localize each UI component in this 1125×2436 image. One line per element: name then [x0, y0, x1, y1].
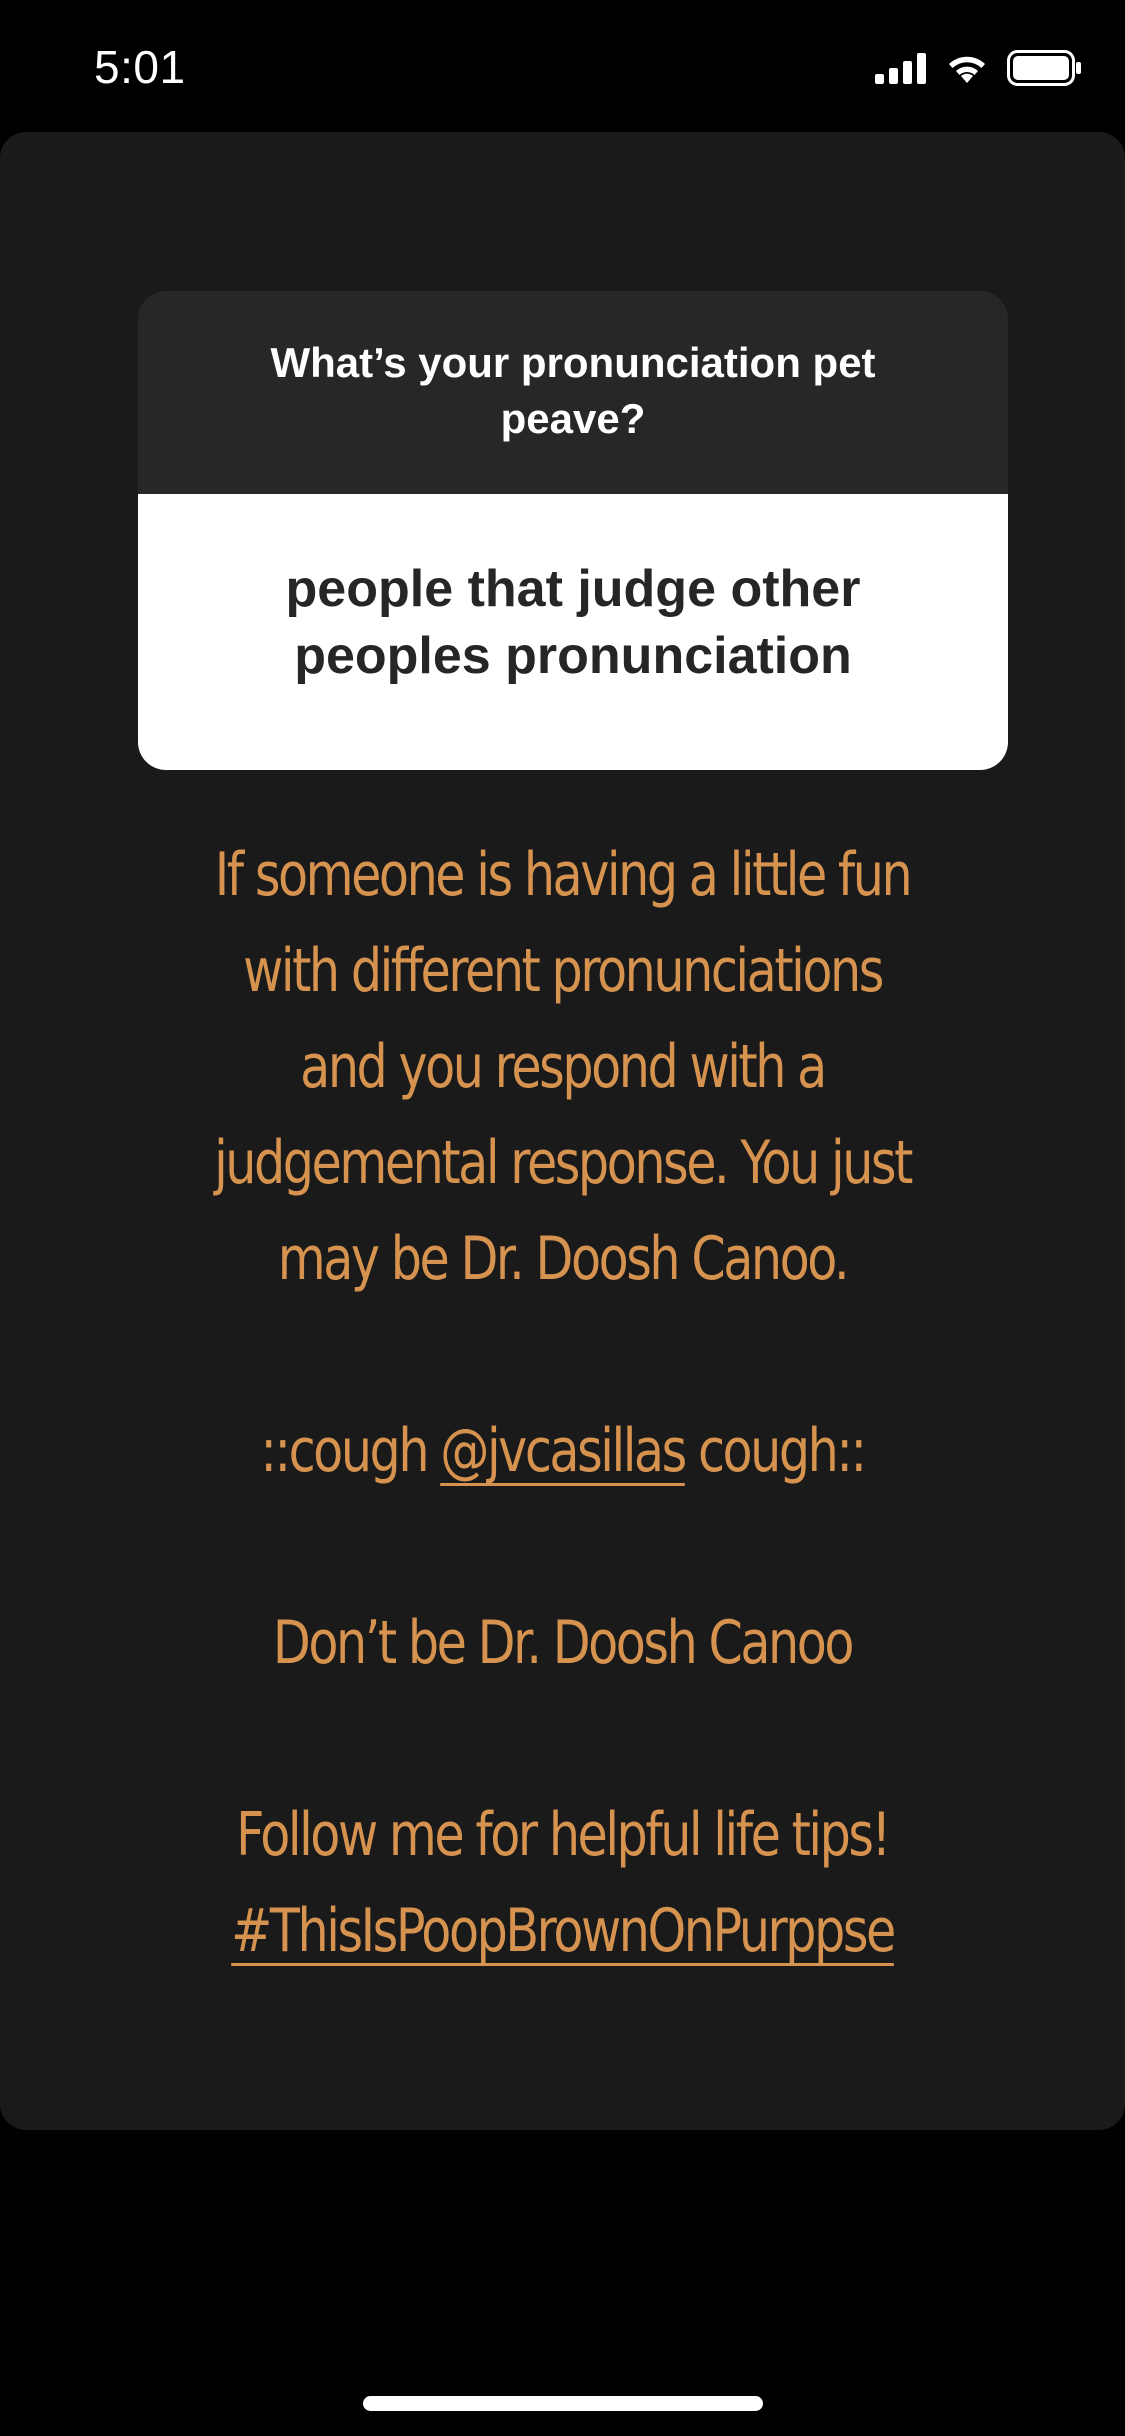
battery-icon: [1007, 49, 1083, 91]
cough-prefix: ::cough: [260, 1416, 441, 1486]
cough-line: ::cough @jvcasillas cough::: [183, 1403, 942, 1499]
follow-line: Follow me for helpful life tips!: [236, 1800, 891, 1870]
home-indicator[interactable]: [363, 2396, 763, 2411]
question-text: What’s your pronunciation pet peave?: [270, 338, 876, 442]
status-time: 5:01: [94, 41, 186, 93]
caption-line: judgemental response. You just: [214, 1128, 913, 1198]
question-header: What’s your pronunciation pet peave?: [138, 291, 1008, 494]
answer-area: people that judge other peoples pronunci…: [138, 494, 1008, 770]
caption-line: and you respond with a: [300, 1032, 827, 1102]
caption-line: If someone is having a little fun: [214, 840, 913, 910]
cellular-signal-icon: [875, 52, 927, 89]
story-card: What’s your pronunciation pet peave? peo…: [0, 132, 1125, 2130]
hashtag-link-line: #ThisIsPoopBrownOnPurppse: [183, 1883, 942, 1979]
cough-suffix: cough::: [684, 1416, 867, 1486]
story-caption: If someone is having a little fun with d…: [183, 827, 942, 1979]
dont-be-line: Don’t be Dr. Doosh Canoo: [272, 1608, 855, 1678]
status-icons: [875, 48, 1083, 92]
caption-line: with different pronunciations: [243, 936, 884, 1006]
question-sticker: What’s your pronunciation pet peave? peo…: [138, 291, 1008, 770]
status-bar: 5:01: [0, 0, 1125, 132]
wifi-icon: [945, 52, 989, 89]
hashtag-link[interactable]: #ThisIsPoopBrownOnPurppse: [231, 1896, 896, 1966]
caption-line: may be Dr. Doosh Canoo.: [277, 1224, 850, 1294]
mention-link[interactable]: @jvcasillas: [440, 1416, 687, 1486]
answer-text: people that judge other peoples pronunci…: [285, 560, 861, 685]
